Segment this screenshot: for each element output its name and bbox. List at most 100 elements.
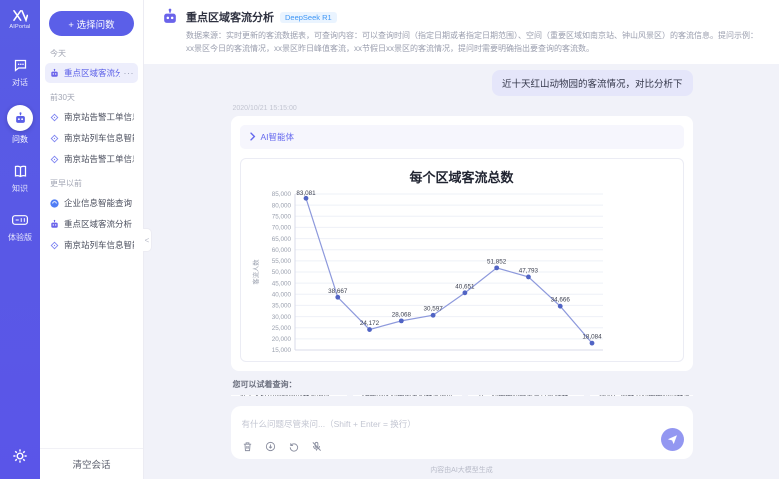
rail-item-对话[interactable]: 对话: [11, 56, 29, 88]
svg-text:24,172: 24,172: [359, 320, 379, 327]
select-dataset-button[interactable]: + 选择问数: [49, 11, 134, 36]
diamond-icon: [49, 112, 60, 123]
svg-text:40,651: 40,651: [455, 283, 475, 290]
conversation-item[interactable]: 南京站列车信息智能查询: [45, 235, 138, 255]
chevron-left-icon: <: [145, 236, 150, 245]
svg-text:30,597: 30,597: [423, 305, 443, 312]
user-message-bubble: 近十天红山动物园的客流情况，对比分析下: [492, 70, 693, 96]
svg-text:83,081: 83,081: [296, 190, 316, 197]
main-area: 重点区域客流分析 DeepSeek R1 数据来源：实时更新的客流数据表，可查询…: [144, 0, 779, 479]
svg-text:65,000: 65,000: [271, 235, 291, 242]
more-options-icon[interactable]: ···: [124, 68, 135, 78]
agent-title: 重点区域客流分析: [186, 9, 274, 25]
conversation-item-label: 企业信息智能查询: [64, 197, 134, 209]
model-badge: DeepSeek R1: [280, 12, 337, 23]
svg-text:51,852: 51,852: [487, 258, 507, 265]
rail-item-label: 体验版: [8, 232, 32, 243]
diamond-icon: [49, 154, 60, 165]
diamond-icon: [49, 133, 60, 144]
conversation-item-label: 南京站告警工单信息查询: [64, 153, 134, 165]
clear-session-button[interactable]: 清空会话: [40, 448, 143, 479]
svg-text:28,068: 28,068: [391, 311, 411, 318]
diamond-icon: [49, 240, 60, 251]
svg-text:55,000: 55,000: [271, 258, 291, 265]
svg-text:60,000: 60,000: [271, 247, 291, 254]
left-rail: AIPortal 对话问数知识体验版: [0, 0, 40, 479]
agent-description: 数据来源：实时更新的客流数据表，可查询内容：可以查询时间（指定日期或者指定日期范…: [186, 30, 765, 56]
robot-icon: [49, 68, 60, 79]
conversation-item-label: 南京站列车信息智能查询: [64, 132, 134, 144]
conversation-item[interactable]: 企业信息智能查询: [45, 193, 138, 213]
rail-nav: 对话问数知识体验版: [7, 56, 33, 243]
visitor-line-chart: 85,000 80,000 75,000 70,000 65,000 60,000 55,0…: [249, 187, 675, 359]
svg-text:25,000: 25,000: [271, 325, 291, 332]
ask-data-robot-icon: [7, 105, 33, 131]
knowledge-book-icon: [11, 162, 29, 180]
message-input[interactable]: [242, 419, 638, 429]
svg-text:34,666: 34,666: [550, 296, 570, 303]
input-toolbar: [242, 441, 682, 452]
message-input-card: [231, 406, 693, 459]
conversation-list: 今天重点区域客流分析 ··· 前30天南京站告警工单信息查询南京站列车信息智能查询南…: [40, 40, 143, 448]
gear-icon: [12, 448, 28, 464]
svg-text:50,000: 50,000: [271, 269, 291, 276]
svg-text:80,000: 80,000: [271, 202, 291, 209]
chevron-right-icon: [249, 132, 256, 141]
conversation-item-label: 南京站列车信息智能查询: [64, 239, 134, 251]
conversation-item-label: 重点区域客流分析: [64, 218, 134, 230]
sidebar-collapse-handle[interactable]: <: [143, 228, 152, 252]
agent-steps-toggle[interactable]: AI智能体: [240, 125, 684, 149]
conversation-item[interactable]: 南京站告警工单信息查询: [45, 149, 138, 169]
svg-text:85,000: 85,000: [271, 191, 291, 198]
svg-text:70,000: 70,000: [271, 224, 291, 231]
rail-item-label: 知识: [12, 183, 28, 194]
conversation-sidebar: + 选择问数 今天重点区域客流分析 ··· 前30天南京站告警工单信息查询南京站列车…: [40, 0, 144, 479]
agent-steps-label: AI智能体: [261, 131, 295, 143]
rail-item-label: 对话: [12, 77, 28, 88]
chat-column: 近十天红山动物园的客流情况，对比分析下 2020/10/21 15:15:00 …: [231, 70, 693, 479]
robot-icon: [49, 219, 60, 230]
suggestions-label: 您可以试着查询：: [233, 379, 693, 390]
send-icon: [667, 434, 678, 445]
svg-text:30,000: 30,000: [271, 313, 291, 320]
app-logo: AIPortal: [9, 9, 30, 30]
svg-text:47,793: 47,793: [518, 267, 538, 274]
svg-text:20,000: 20,000: [271, 336, 291, 343]
svg-text:客流人数: 客流人数: [251, 258, 260, 284]
svg-text:75,000: 75,000: [271, 213, 291, 220]
settings-button[interactable]: [12, 448, 28, 469]
ai-response-card: AI智能体 每个区域客流总数 85,000 80,000 75,000 70,000 6…: [231, 116, 693, 371]
trash-icon[interactable]: [242, 441, 253, 452]
mic-off-icon[interactable]: [311, 441, 322, 452]
conversation-item-label: 南京站告警工单信息查询: [64, 111, 134, 123]
section-label: 更早以前: [40, 170, 143, 192]
conversation-item[interactable]: 南京站列车信息智能查询: [45, 128, 138, 148]
send-button[interactable]: [661, 428, 684, 451]
chart-card: 每个区域客流总数 85,000 80,000 75,000 70,000 65,000 6…: [240, 158, 684, 362]
app-window: AIPortal 对话问数知识体验版 + 选择问数 今天重点区域客流分析···前…: [0, 0, 779, 479]
beta-badge-icon: [11, 211, 29, 229]
logo-icon: [12, 9, 28, 22]
rail-item-体验版[interactable]: 体验版: [8, 211, 32, 243]
svg-text:15,000: 15,000: [271, 347, 291, 354]
conversation-item[interactable]: 重点区域客流分析 ···: [45, 63, 138, 83]
robot-avatar-icon: [160, 7, 180, 27]
svg-text:45,000: 45,000: [271, 280, 291, 287]
voice-record-icon[interactable]: [265, 441, 276, 452]
section-label: 今天: [40, 40, 143, 62]
message-timestamp: 2020/10/21 15:15:00: [233, 105, 693, 112]
undo-icon[interactable]: [288, 441, 299, 452]
section-label: 前30天: [40, 84, 143, 106]
ai-disclaimer: 内容由AI大模型生成: [231, 465, 693, 475]
chart-title: 每个区域客流总数: [249, 167, 675, 186]
circle-icon: [49, 198, 60, 209]
logo-text: AIPortal: [9, 24, 30, 30]
conversation-item[interactable]: 重点区域客流分析: [45, 214, 138, 234]
chat-scroll-area[interactable]: 近十天红山动物园的客流情况，对比分析下 2020/10/21 15:15:00 …: [144, 64, 779, 479]
agent-header: 重点区域客流分析 DeepSeek R1 数据来源：实时更新的客流数据表，可查询…: [144, 0, 779, 64]
svg-text:40,000: 40,000: [271, 291, 291, 298]
conversation-item-label: 重点区域客流分析: [64, 67, 120, 79]
conversation-item[interactable]: 南京站告警工单信息查询: [45, 107, 138, 127]
rail-item-知识[interactable]: 知识: [11, 162, 29, 194]
rail-item-问数[interactable]: 问数: [7, 105, 33, 145]
